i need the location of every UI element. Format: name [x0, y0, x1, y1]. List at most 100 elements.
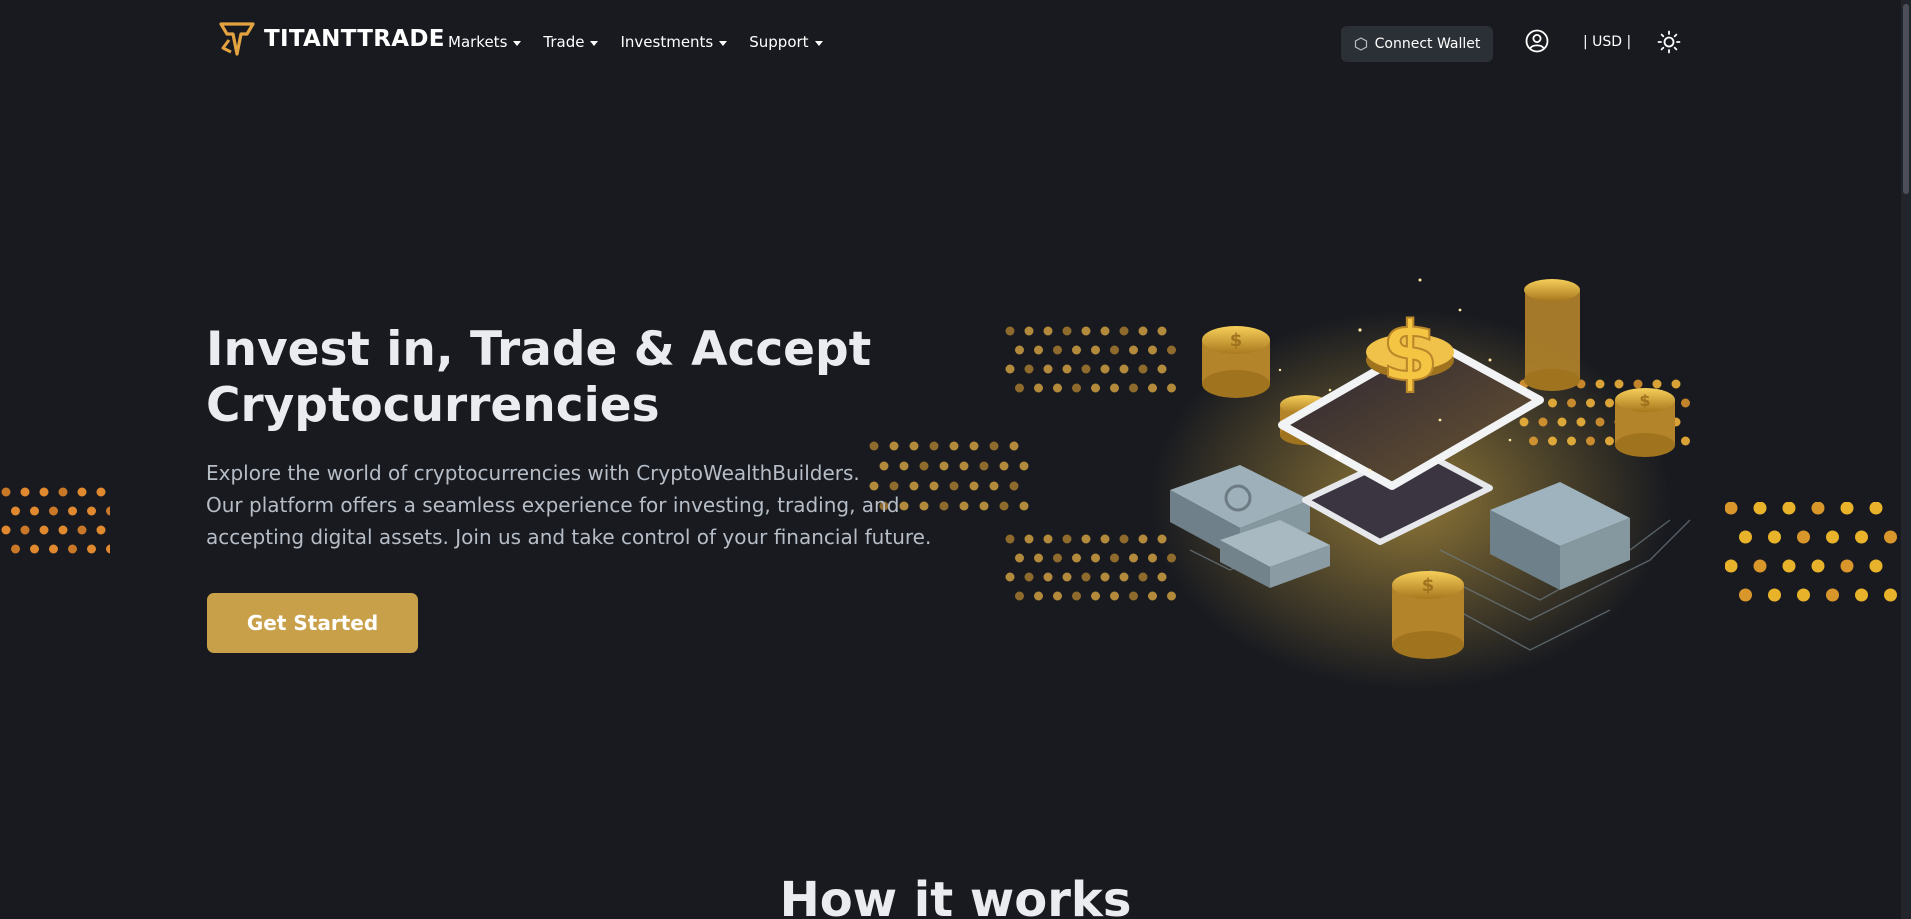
decorative-dot: [20, 487, 30, 497]
menu-trade-label: Trade: [543, 33, 585, 51]
decorative-dot: [1034, 591, 1043, 601]
decorative-dot: [1015, 591, 1024, 601]
decorative-dot: [1043, 534, 1053, 544]
chevron-down-icon: [590, 41, 599, 46]
decorative-dot: [1009, 441, 1019, 451]
menu-markets-label: Markets: [448, 33, 508, 51]
top-navbar: TITANTTRADE Markets Trade Investments Su…: [0, 0, 1911, 86]
decorative-dot: [1005, 572, 1015, 582]
decorative-dot: [959, 501, 969, 511]
hero-desc-line1: Explore the world of cryptocurrencies wi…: [206, 461, 860, 485]
decorative-dot: [1053, 345, 1062, 355]
crypto-tablet-illustration: $ $ $ $: [1150, 278, 1691, 690]
decorative-dot: [1024, 326, 1034, 336]
decorative-dot: [87, 506, 96, 516]
decorative-dot: [87, 544, 96, 554]
decorative-dot: [106, 544, 110, 554]
decorative-dot: [979, 501, 989, 511]
decorative-dot: [1100, 364, 1110, 374]
decorative-dot: [1053, 591, 1062, 601]
decorative-dot: [1034, 345, 1043, 355]
decorative-dot: [1072, 345, 1081, 355]
decorative-dot: [1826, 530, 1839, 544]
decorative-dot: [1782, 559, 1796, 573]
coin-stack-icon: $: [1202, 326, 1270, 398]
decorative-dot: [58, 525, 68, 535]
decorative-dot: [96, 487, 106, 497]
decorative-dot: [1015, 345, 1024, 355]
connect-wallet-button[interactable]: Connect Wallet: [1341, 26, 1493, 62]
decorative-dot: [1, 525, 11, 535]
decorative-dot: [20, 525, 30, 535]
decorative-dot: [1855, 530, 1868, 544]
user-circle-icon[interactable]: [1525, 29, 1549, 53]
decorative-dot: [1797, 588, 1810, 602]
decorative-dots-left: [1, 487, 110, 554]
decorative-dot: [1062, 572, 1072, 582]
decorative-dot: [96, 525, 106, 535]
decorative-dot: [1019, 461, 1029, 471]
decorative-dot: [1091, 591, 1100, 601]
decorative-dot: [1, 487, 11, 497]
decorative-dot: [1725, 559, 1738, 573]
menu-investments[interactable]: Investments: [620, 33, 728, 51]
decorative-dot: [909, 441, 919, 451]
scrollbar-thumb[interactable]: [1903, 4, 1909, 194]
decorative-dot: [1034, 383, 1043, 393]
hero-description: Explore the world of cryptocurrencies wi…: [206, 457, 936, 553]
decorative-dot: [1009, 481, 1019, 491]
decorative-dot: [1062, 534, 1072, 544]
decorative-dot: [1062, 326, 1072, 336]
menu-support[interactable]: Support: [749, 33, 823, 51]
decorative-dot: [1840, 559, 1854, 573]
decorative-dots-right: [1725, 502, 1897, 602]
decorative-dot: [999, 501, 1009, 511]
decorative-dot: [1884, 530, 1897, 544]
svg-text:$: $: [1230, 330, 1243, 351]
decorative-dot: [58, 487, 68, 497]
decorative-dot: [989, 481, 999, 491]
decorative-dot: [969, 481, 979, 491]
decorative-dot: [1739, 530, 1752, 544]
decorative-dot: [1019, 501, 1029, 511]
decorative-dot: [929, 441, 939, 451]
decorative-dot: [1811, 559, 1825, 573]
section-title: How it works: [779, 872, 1132, 919]
decorative-dot: [1869, 559, 1883, 573]
menu-trade[interactable]: Trade: [543, 33, 599, 51]
hero-desc-line2: Our platform offers a seamless experienc…: [206, 493, 900, 517]
hero-desc-line3: accepting digital assets. Join us and ta…: [206, 525, 932, 549]
decorative-dot: [49, 506, 58, 516]
decorative-dot: [1797, 530, 1810, 544]
wallet-icon: [1354, 37, 1367, 51]
decorative-dot: [1100, 572, 1110, 582]
decorative-dot: [1855, 588, 1868, 602]
decorative-dot: [1024, 534, 1034, 544]
decorative-dot: [1884, 588, 1897, 602]
decorative-dot: [1840, 502, 1854, 515]
decorative-dot: [1034, 553, 1043, 563]
decorative-dot: [1043, 572, 1053, 582]
decorative-dot: [1081, 326, 1091, 336]
menu-investments-label: Investments: [620, 33, 714, 51]
decorative-dot: [39, 487, 49, 497]
menu-markets[interactable]: Markets: [448, 33, 522, 51]
get-started-button[interactable]: Get Started: [207, 593, 418, 653]
decorative-dot: [106, 506, 110, 516]
connect-wallet-label: Connect Wallet: [1374, 36, 1481, 52]
decorative-dot: [1782, 502, 1796, 515]
decorative-dot: [939, 461, 949, 471]
decorative-dot: [1768, 588, 1781, 602]
decorative-dot: [999, 461, 1009, 471]
currency-selector[interactable]: | USD |: [1583, 34, 1631, 50]
decorative-dot: [1100, 326, 1110, 336]
decorative-dot: [11, 506, 20, 516]
menu-support-label: Support: [749, 33, 809, 51]
brand-logo[interactable]: TITANTTRADE: [219, 22, 445, 56]
decorative-dot: [1053, 553, 1062, 563]
sun-icon[interactable]: [1657, 30, 1681, 54]
decorative-dot: [1753, 502, 1767, 515]
decorative-dot: [1081, 534, 1091, 544]
decorative-dot: [1091, 345, 1100, 355]
svg-text:$: $: [1381, 305, 1438, 400]
